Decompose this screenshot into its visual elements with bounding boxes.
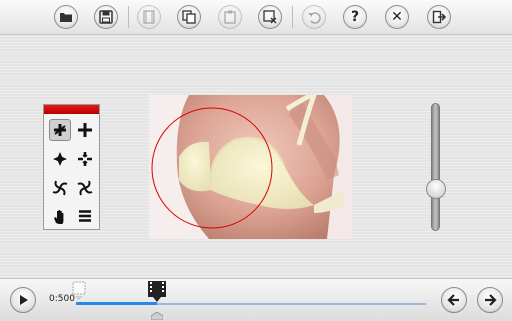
exit-icon [432,10,446,24]
rotate-tool-button[interactable] [49,119,71,141]
film-frames-icon [143,10,155,24]
pinch-tool-icon [53,152,67,166]
pinch-tool-button[interactable] [49,148,71,170]
menu-button[interactable] [74,205,96,227]
brush-size-slider[interactable] [424,103,448,233]
duplicate-button[interactable] [177,5,201,29]
top-toolbar: ? ✕ [0,0,512,35]
frames-button[interactable] [137,5,161,29]
move-tool-icon [78,123,92,137]
close-icon: ✕ [391,9,403,25]
help-icon: ? [350,9,360,25]
twirl-right-tool-button[interactable] [74,177,96,199]
slider-thumb[interactable] [426,179,446,199]
brush-radius-circle [151,107,273,229]
photo-canvas[interactable] [149,95,352,239]
copy-frames-icon [182,10,196,24]
open-button[interactable] [54,5,78,29]
twirl-left-tool-icon [52,180,68,196]
move-tool-button[interactable] [74,119,96,141]
bloat-tool-button[interactable] [74,148,96,170]
paste-icon [224,10,236,24]
toolbar-separator [128,6,129,28]
twirl-left-tool-button[interactable] [49,177,71,199]
delete-frame-icon [263,10,277,24]
exit-button[interactable] [427,5,451,29]
hand-tool-button[interactable] [49,205,71,227]
close-button[interactable]: ✕ [385,5,409,29]
menu-icon [79,210,91,222]
next-frame-button[interactable] [477,287,503,313]
hand-tool-icon [54,210,64,224]
help-button[interactable]: ? [343,5,367,29]
current-frame-icon[interactable] [146,279,168,303]
rotate-tool-icon [54,124,66,136]
undo-icon [308,12,321,24]
bloat-tool-icon [78,152,92,166]
play-button[interactable] [10,287,36,313]
playhead-handle[interactable] [151,312,163,320]
delete-frame-button[interactable] [258,5,282,29]
timeline-progress [76,302,157,305]
undo-button[interactable] [302,5,326,29]
paste-button[interactable] [218,5,242,29]
twirl-right-tool-icon [77,180,93,196]
arrow-left-icon [447,294,459,306]
keyframe-marker-icon[interactable] [70,280,90,300]
tool-palette [43,104,100,230]
timeline-bar: 0:500 [0,278,512,321]
folder-icon [60,13,72,22]
palette-header [44,105,99,114]
toolbar-separator [292,6,293,28]
slider-track [431,103,440,231]
play-icon [20,295,28,305]
previous-frame-button[interactable] [441,287,467,313]
arrow-right-icon [485,294,497,306]
floppy-disk-icon [99,10,113,24]
save-button[interactable] [94,5,118,29]
